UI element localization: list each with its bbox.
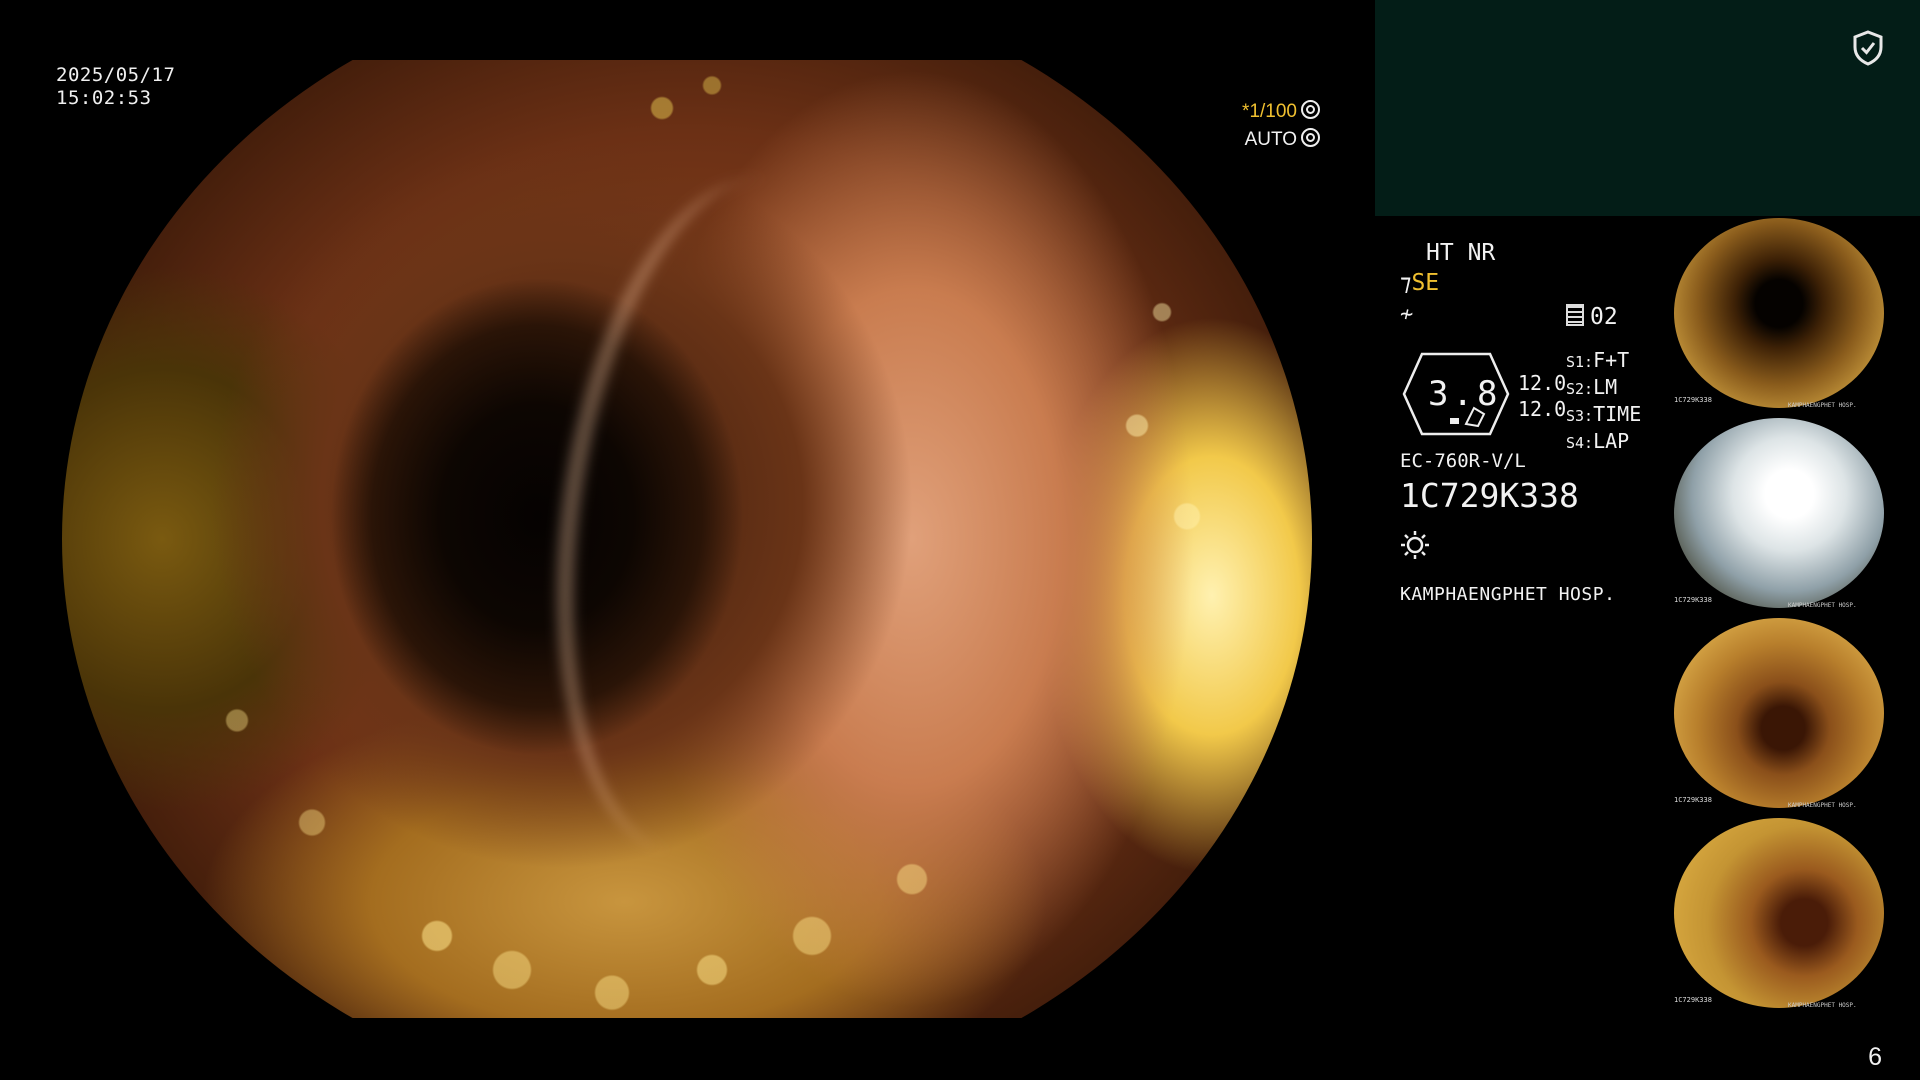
mode-status: 02 [1566,304,1618,330]
color-mode-icon: ≁ [1400,302,1414,327]
ht-nr-status: HT NR [1426,240,1495,266]
thumbnail-hospital: KAMPHAENGPHET HOSP. [1788,1002,1857,1009]
switch-key: S3: [1566,407,1594,425]
captured-thumbnails: 1C729K338 KAMPHAENGPHET HOSP. 1C729K338 … [1670,216,1920,1016]
switch-key: S1: [1566,353,1594,371]
switch-row: S1:F+T [1566,348,1641,375]
thumbnail-hospital: KAMPHAENGPHET HOSP. [1788,802,1857,809]
auto-label: AUTO [1244,129,1297,150]
structure-enhance-icon: ⁊ [1400,270,1412,296]
shutter-icon [1301,100,1320,119]
thumbnail-image [1674,218,1884,408]
endoscope-image [62,60,1312,1018]
switch-key: S4: [1566,434,1594,452]
se-status: ⁊SE [1400,270,1439,296]
thumbnail[interactable]: 1C729K338 KAMPHAENGPHET HOSP. [1670,216,1920,412]
memory-icon [1566,304,1584,326]
endoscope-main-view [62,60,1312,1018]
header-panel [1375,0,1920,216]
thumbnail-serial: 1C729K338 [1674,996,1712,1004]
thumbnail-hospital: KAMPHAENGPHET HOSP. [1788,602,1857,609]
switch-row: S4:LAP [1566,429,1641,456]
thumbnail-image [1674,818,1884,1008]
thumbnail[interactable]: 1C729K338 KAMPHAENGPHET HOSP. [1670,416,1920,612]
datetime-overlay: 2025/05/17 15:02:53 [56,64,175,110]
shutter-speed: *1/100 [1242,101,1297,122]
bubbles-overlay [62,60,1312,1018]
hospital-name: KAMPHAENGPHET HOSP. [1400,584,1616,605]
thumbnail-hospital: KAMPHAENGPHET HOSP. [1788,402,1857,409]
switch-value: F+T [1593,348,1630,372]
thumbnail[interactable]: 1C729K338 KAMPHAENGPHET HOSP. [1670,616,1920,812]
shield-check-icon [1853,30,1883,66]
mode-number: 02 [1590,304,1618,330]
time-text: 15:02:53 [56,87,152,109]
exposure-overlay: *1/100 AUTO [1242,98,1320,154]
ht-label: HT [1426,240,1454,266]
thumbnail-image [1674,418,1884,608]
switch-assignments: S1:F+T S2:LM S3:TIME S4:LAP [1566,348,1641,456]
light-bulb-icon [1401,531,1429,559]
thumbnail-serial: 1C729K338 [1674,596,1712,604]
level-value: 12.0 [1518,371,1567,395]
switch-key: S2: [1566,380,1594,398]
page-number: 6 [1868,1043,1882,1071]
thumbnail-serial: 1C729K338 [1674,396,1712,404]
thumbnail-serial: 1C729K338 [1674,796,1712,804]
date-text: 2025/05/17 [56,64,176,86]
switch-value: TIME [1593,402,1642,426]
level-value: 12.0 [1518,397,1567,421]
switch-value: LAP [1593,429,1630,453]
scope-serial: 1C729K338 [1400,476,1579,515]
thumbnail-image [1674,618,1884,808]
switch-row: S2:LM [1566,375,1641,402]
thumbnail[interactable]: 1C729K338 KAMPHAENGPHET HOSP. [1670,816,1920,1012]
switch-row: S3:TIME [1566,402,1641,429]
level-values: 12.0 12.0 [1518,370,1566,422]
auto-iris-icon [1301,128,1320,147]
scope-model: EC-760R-V/L [1400,450,1526,472]
switch-value: LM [1593,375,1618,399]
iris-value: 3.8 [1428,374,1502,414]
nr-label: NR [1467,240,1496,266]
se-label: SE [1411,270,1440,296]
